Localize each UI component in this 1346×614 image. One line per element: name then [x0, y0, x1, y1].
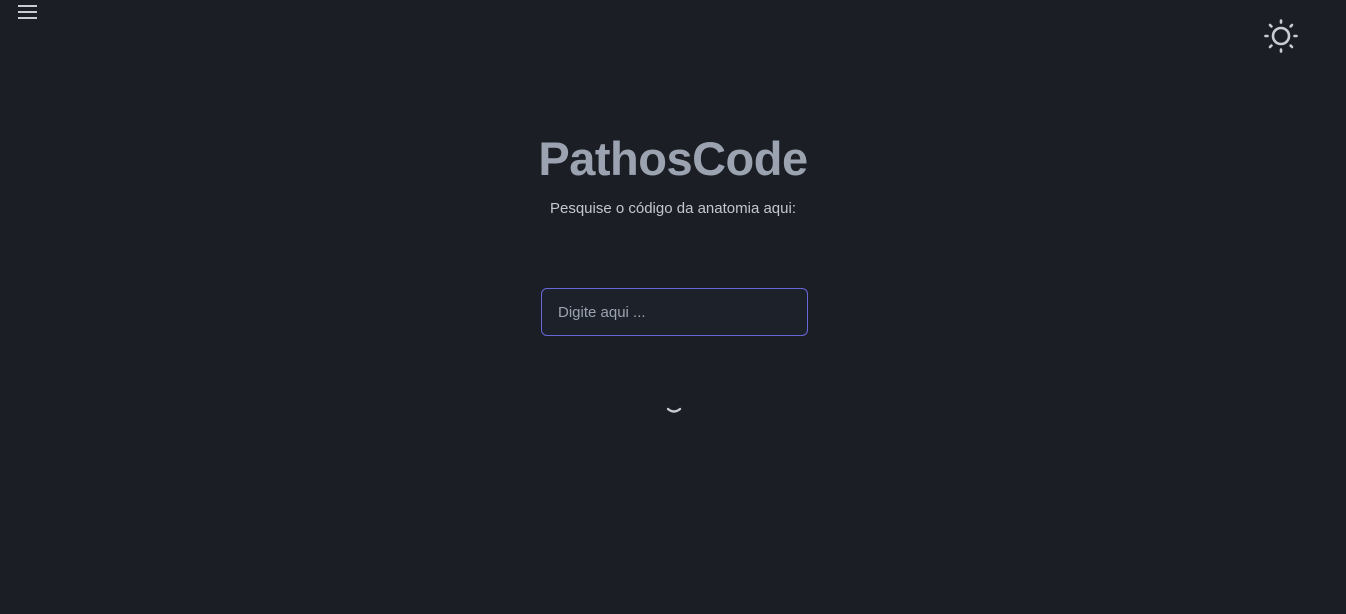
loading-spinner — [664, 399, 684, 417]
page-subtitle: Pesquise o código da anatomia aqui: — [549, 200, 796, 217]
theme-toggle-button[interactable] — [1262, 17, 1300, 55]
search-input[interactable] — [541, 288, 808, 336]
page: PathosCode Pesquise o código da anatomia… — [0, 0, 1346, 614]
page-title: PathosCode — [538, 132, 808, 185]
menu-button[interactable] — [14, 0, 42, 24]
sun-icon — [1264, 19, 1298, 53]
loading-spinner-icon — [666, 407, 682, 413]
hamburger-menu-icon — [18, 5, 37, 19]
